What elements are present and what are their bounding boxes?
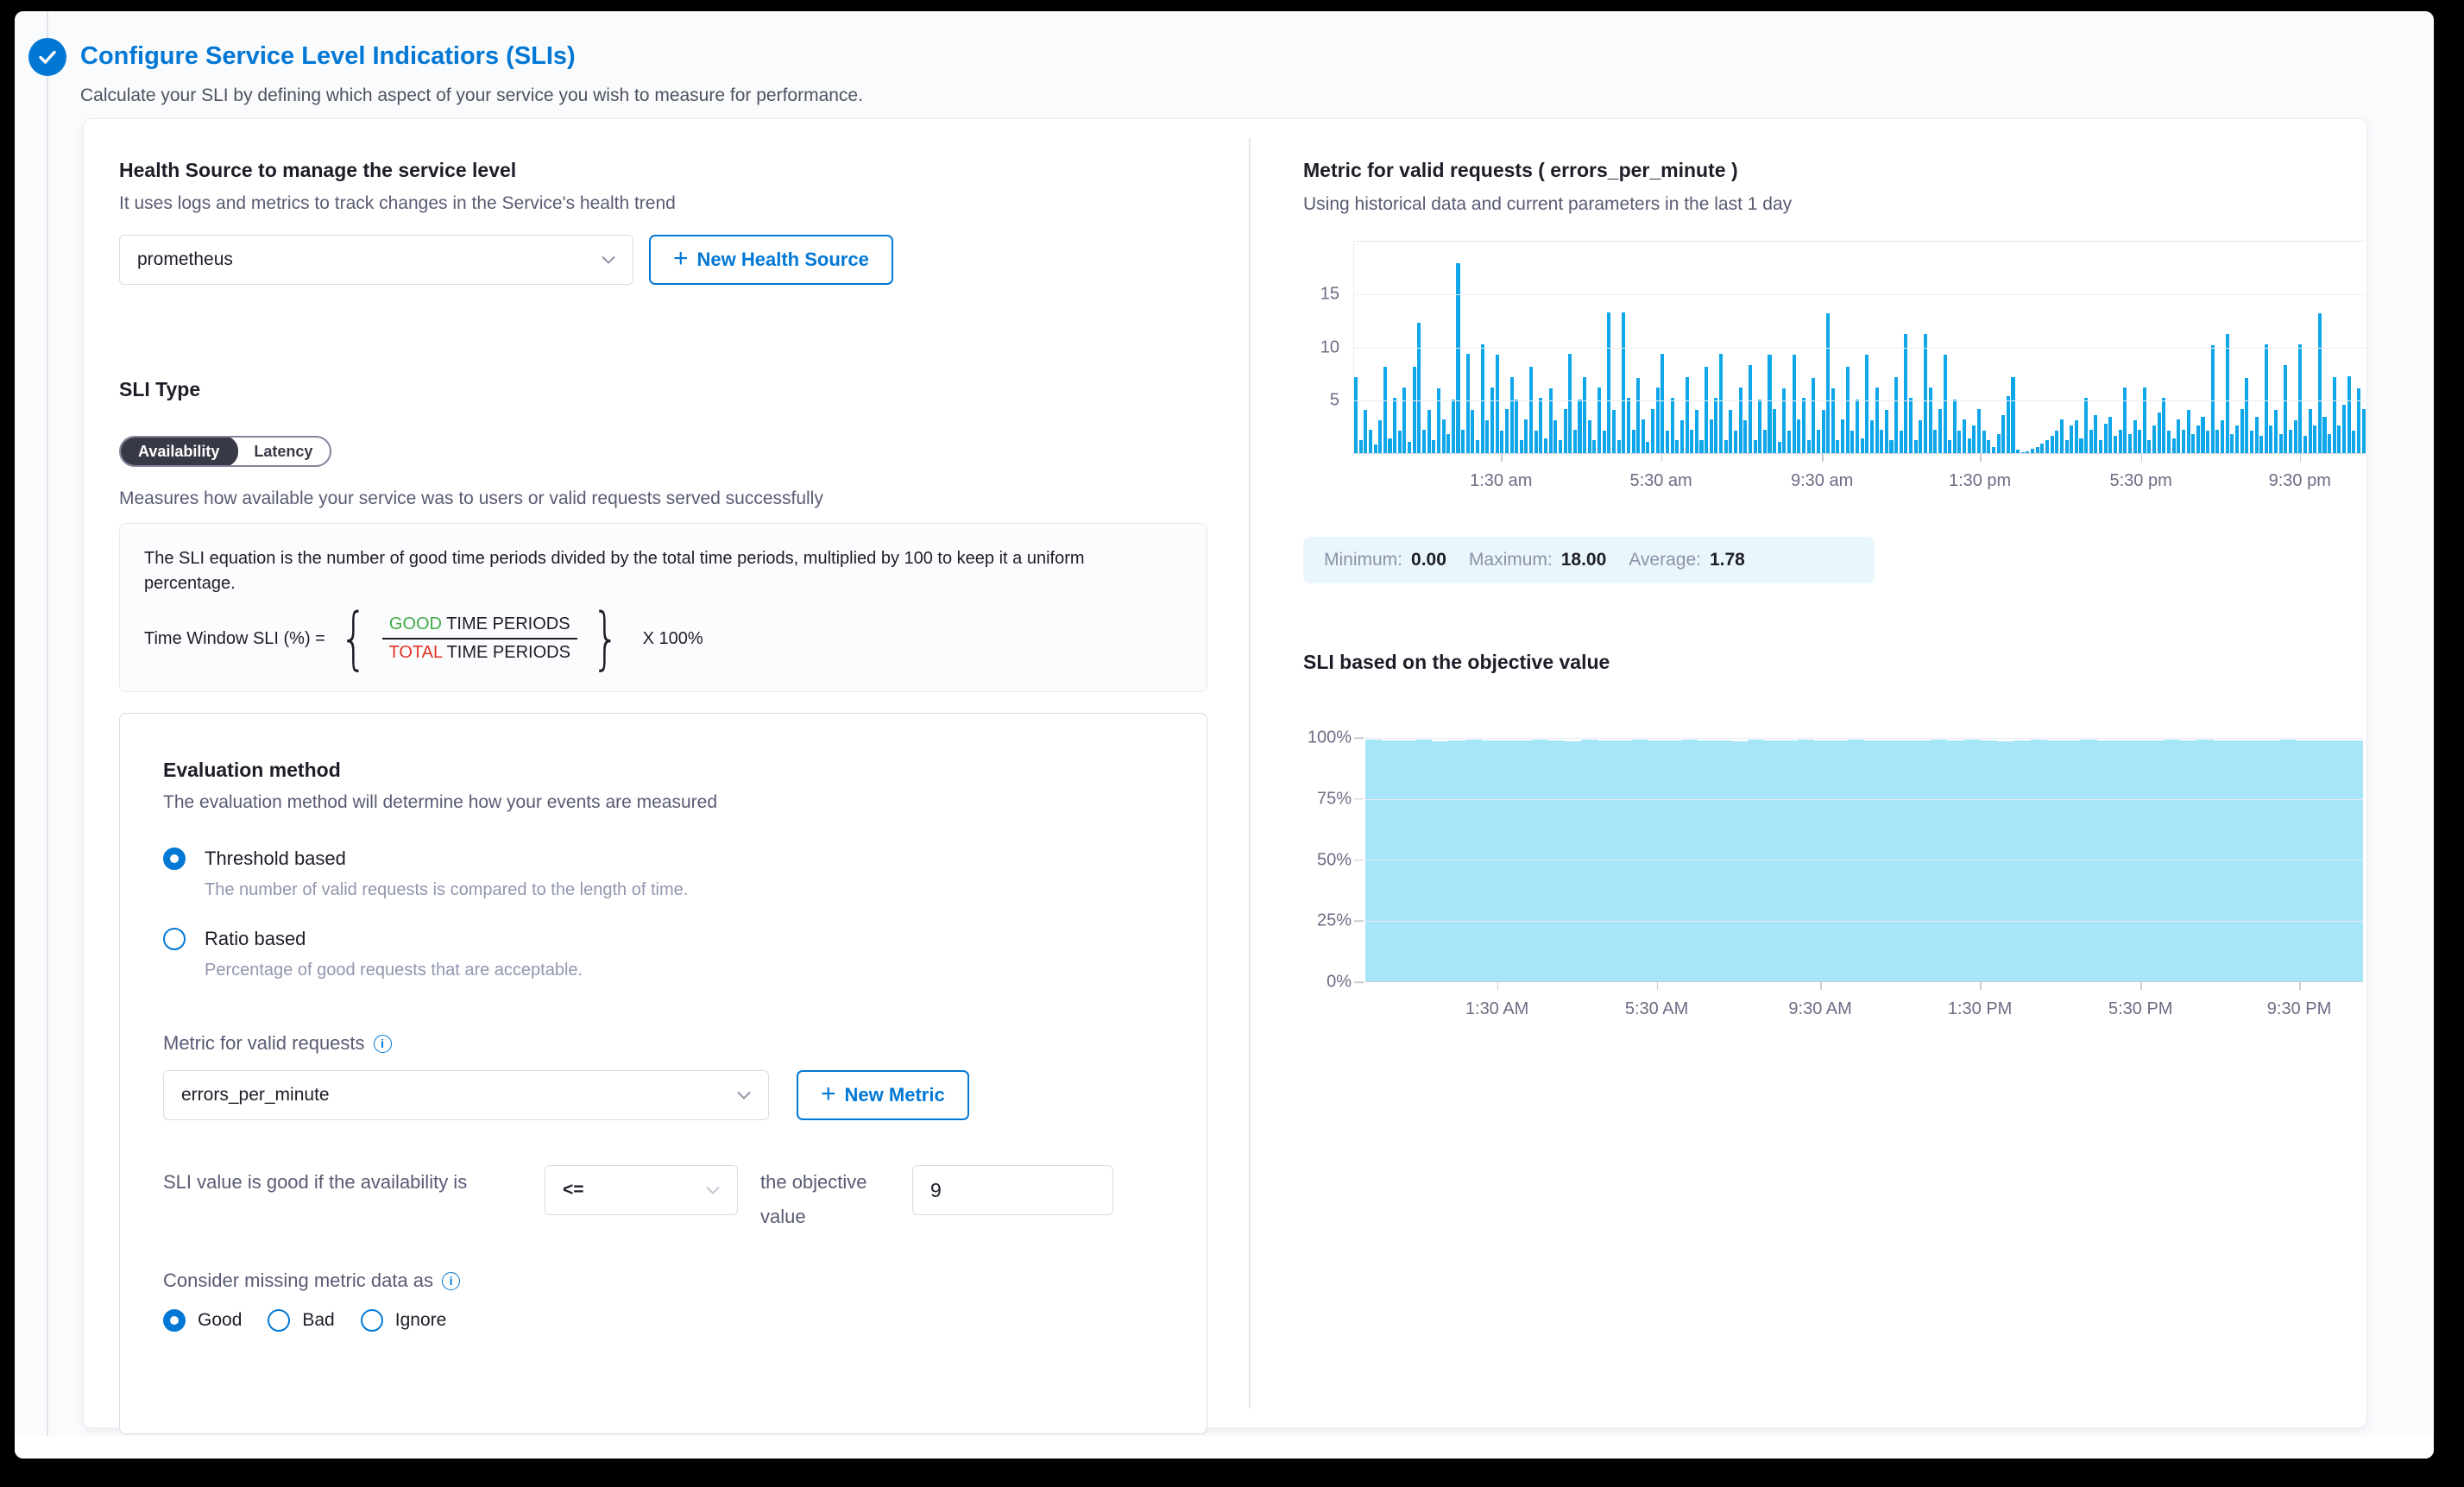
sli-chart-plot-area [1365,738,2363,982]
ignore-radio-label: Ignore [395,1310,447,1331]
ratio-radio-label: Ratio based [205,928,306,950]
metric-chart-x-ticks [1353,454,2366,463]
chevron-down-icon [602,255,615,264]
page-subtitle: Calculate your SLI by defining which asp… [80,85,863,106]
toggle-option-availability[interactable]: Availability [119,436,238,467]
good-radio-label: Good [198,1310,242,1331]
sli-chart-x-axis: 1:30 AM5:30 AM9:30 AM1:30 PM5:30 PM9:30 … [1365,999,2363,1022]
app-window: Configure Service Level Indicatiors (SLI… [15,11,2434,1459]
sli-area-chart: 100%75%50%25%0% 1:30 AM5:30 AM9:30 AM1:3… [1365,738,2363,982]
average-value: 1.78 [1710,550,1745,570]
health-source-select[interactable]: prometheus [119,235,633,285]
sli-config-card: Health Source to manage the service leve… [83,118,2367,1428]
column-divider [1249,138,1251,1408]
metric-chart-subtitle: Using historical data and current parame… [1303,194,2366,215]
formula-good: GOOD [389,614,442,633]
sli-type-toggle: Availability Latency [119,436,331,467]
radio-ratio-based[interactable]: Ratio based [163,928,1163,950]
formula-total: TOTAL [389,643,443,662]
new-metric-button[interactable]: + New Metric [797,1070,969,1120]
metric-bar-chart: 15105 1:30 am5:30 am9:30 am1:30 pm5:30 p… [1353,241,2366,454]
missing-metric-label: Consider missing metric data as [163,1270,433,1292]
sli-form-column: Health Source to manage the service leve… [119,119,1207,1434]
threshold-radio-label: Threshold based [205,847,346,870]
sli-chart-title: SLI based on the objective value [1303,651,2366,674]
stepper-line [47,11,48,1459]
minimum-label: Minimum: [1324,550,1402,570]
formula-label: Time Window SLI (%) = [144,629,325,649]
formula-num-rest: TIME PERIODS [442,614,570,633]
formula-den-rest: TIME PERIODS [442,643,570,662]
health-source-selected-value: prometheus [137,249,233,270]
threshold-radio-description: The number of valid requests is compared… [205,880,1163,900]
radio-missing-ignore[interactable]: Ignore [361,1309,447,1332]
metric-chart-title: Metric for valid requests ( errors_per_m… [1303,159,2366,182]
radio-missing-good[interactable]: Good [163,1309,242,1332]
chevron-down-icon [737,1091,751,1099]
sli-equation-text: The SLI equation is the number of good t… [144,546,1145,596]
radio-missing-bad[interactable]: Bad [268,1309,334,1332]
good-radio-icon[interactable] [163,1309,186,1332]
left-brace: { [340,608,368,669]
bad-radio-icon[interactable] [268,1309,290,1332]
radio-threshold-based[interactable]: Threshold based [163,847,1163,870]
metric-selected-value: errors_per_minute [181,1085,330,1106]
plus-icon: + [821,1081,836,1107]
health-source-description: It uses logs and metrics to track change… [119,193,1207,214]
page-title: Configure Service Level Indicatiors (SLI… [80,42,576,71]
sli-equation-box: The SLI equation is the number of good t… [119,523,1207,692]
evaluation-method-heading: Evaluation method [163,759,1163,782]
sli-type-heading: SLI Type [119,378,1207,401]
average-label: Average: [1629,550,1701,570]
objective-value-input[interactable] [912,1165,1113,1215]
objective-value-label: the objective value [760,1165,890,1233]
sli-condition-prefix: SLI value is good if the availability is [163,1165,522,1200]
formula-fraction: GOOD TIME PERIODS TOTAL TIME PERIODS [382,611,577,666]
evaluation-method-box: Evaluation method The evaluation method … [119,713,1207,1434]
health-source-heading: Health Source to manage the service leve… [119,159,1207,182]
maximum-label: Maximum: [1469,550,1553,570]
bad-radio-label: Bad [302,1310,334,1331]
plus-icon: + [673,246,689,272]
info-icon[interactable]: i [374,1035,392,1053]
sli-type-description: Measures how available your service was … [119,488,1207,509]
ignore-radio-icon[interactable] [361,1309,383,1332]
toggle-option-latency[interactable]: Latency [236,438,330,465]
metric-chart-plot-area [1353,241,2366,454]
bottom-band [15,1436,2434,1459]
step-complete-check-icon [28,38,66,76]
threshold-radio-icon[interactable] [163,847,186,870]
charts-column: Metric for valid requests ( errors_per_m… [1303,119,2366,982]
new-health-source-button[interactable]: + New Health Source [649,235,893,285]
ratio-radio-description: Percentage of good requests that are acc… [205,961,1163,980]
info-icon[interactable]: i [442,1272,460,1290]
operator-selected-value: <= [563,1180,584,1200]
evaluation-method-description: The evaluation method will determine how… [163,792,1163,813]
maximum-value: 18.00 [1561,550,1607,570]
metric-valid-requests-label: Metric for valid requests [163,1032,365,1055]
chevron-down-icon [706,1186,720,1194]
sli-formula: Time Window SLI (%) = { GOOD TIME PERIOD… [144,608,1182,669]
new-health-source-label: New Health Source [697,249,869,271]
right-brace: } [592,608,620,669]
operator-select[interactable]: <= [545,1165,738,1215]
ratio-radio-icon[interactable] [163,928,186,950]
sli-chart-x-ticks [1365,982,2363,991]
metric-select[interactable]: errors_per_minute [163,1070,769,1120]
metric-stats-strip: Minimum: 0.00 Maximum: 18.00 Average: 1.… [1303,537,1875,583]
minimum-value: 0.00 [1411,550,1446,570]
new-metric-label: New Metric [845,1084,945,1106]
formula-suffix: X 100% [643,629,703,649]
metric-chart-x-axis: 1:30 am5:30 am9:30 am1:30 pm5:30 pm9:30 … [1353,471,2366,494]
